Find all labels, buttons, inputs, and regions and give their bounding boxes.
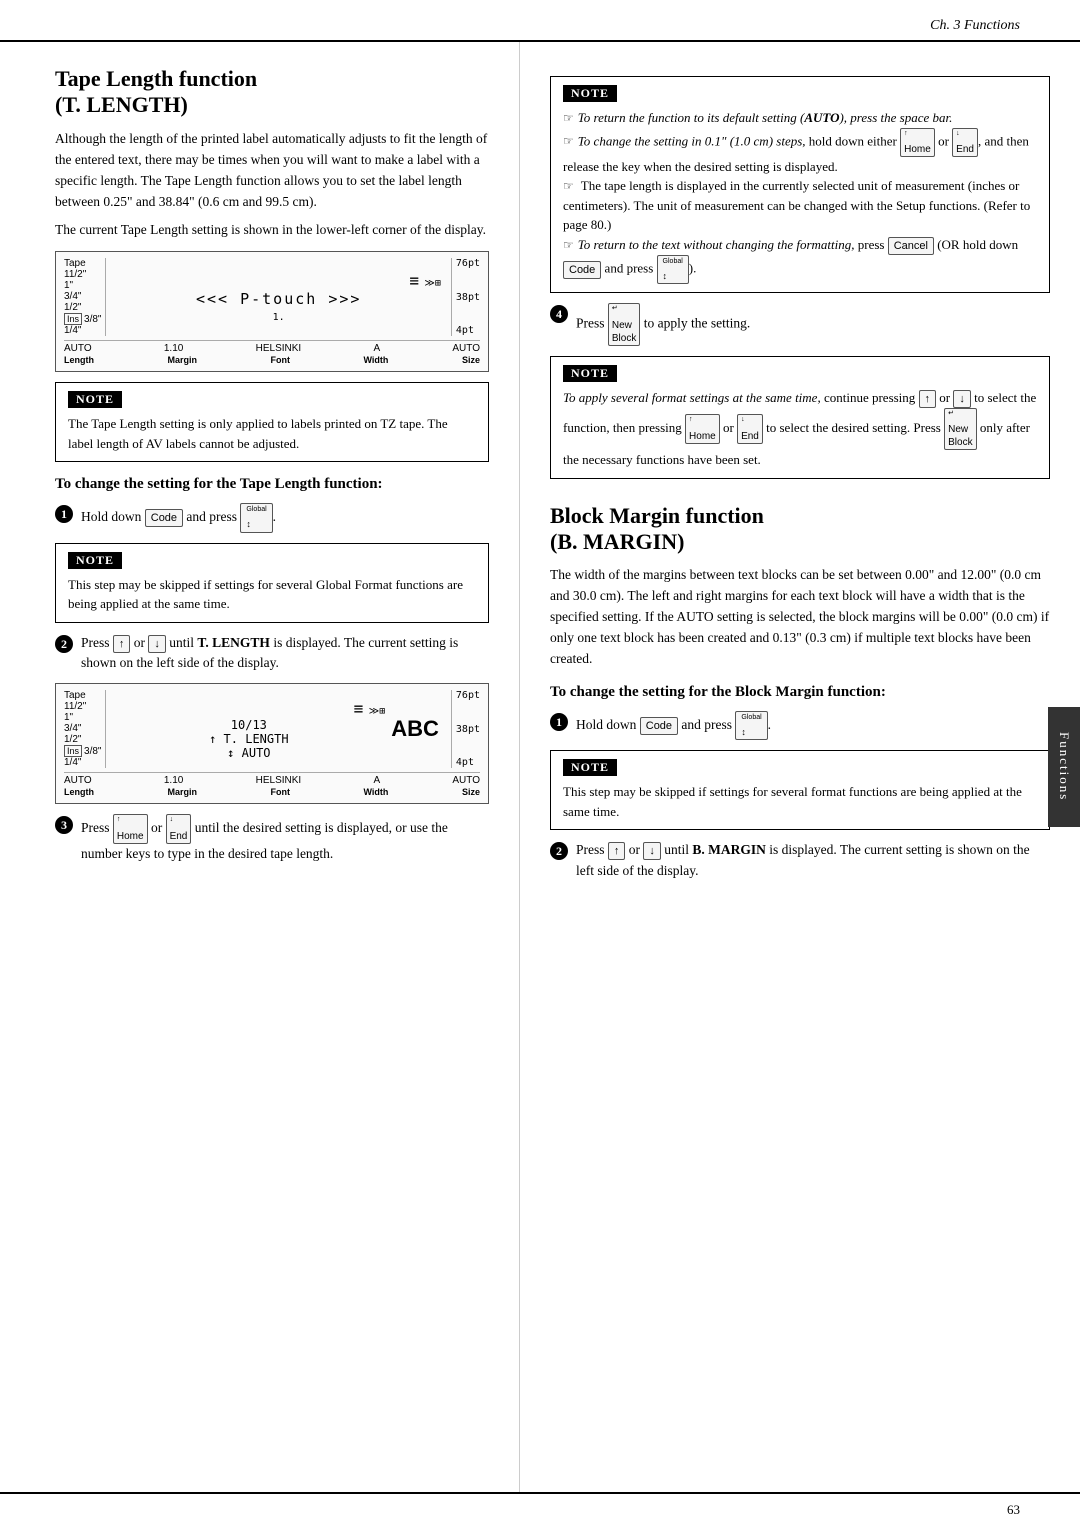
display1-main: ≡ ≫⊞ <<< P-touch >>> 1. — [112, 258, 444, 336]
left-column: Tape Length function (T. LENGTH) Althoug… — [0, 42, 520, 1492]
bmargin-down-key: ↓ — [643, 842, 661, 860]
section1-title: Tape Length function (T. LENGTH) — [55, 66, 489, 119]
top-note-title: NOTE — [563, 85, 617, 102]
right-column: NOTE ☞To return the function to its defa… — [520, 42, 1080, 1492]
note1-text: The Tape Length setting is only applied … — [68, 414, 476, 453]
chapter-header: Ch. 3 Functions — [930, 18, 1020, 33]
subsection1-title: To change the setting for the Tape Lengt… — [55, 476, 489, 493]
note-step4-box: NOTE To apply several format settings at… — [550, 356, 1050, 479]
top-note-item4: ☞To return to the text without changing … — [563, 235, 1037, 285]
bmargin-up-key: ↑ — [608, 842, 626, 860]
step2-num: 2 — [55, 635, 73, 653]
bmargin-step1-content: Hold down Code and press Global↕. — [576, 711, 1050, 740]
display2-right-labels: 76pt 38pt 4pt — [451, 690, 480, 768]
bmargin-note-title: NOTE — [563, 759, 617, 776]
top-note-box: NOTE ☞To return the function to its defa… — [550, 76, 1050, 293]
step3: 3 Press ↑Home or ↓End until the desired … — [55, 814, 489, 864]
subsection2-title: To change the setting for the Block Marg… — [550, 684, 1050, 701]
display1-bottom: AUTO1.10HELSINKIAAUTO — [64, 340, 480, 354]
bmargin-step1: 1 Hold down Code and press Global↕. — [550, 711, 1050, 740]
step1-num: 1 — [55, 505, 73, 523]
note2-box: NOTE This step may be skipped if setting… — [55, 543, 489, 623]
step2-content: Press ↑ or ↓ until T. LENGTH is displaye… — [81, 633, 489, 674]
bmargin-step2: 2 Press ↑ or ↓ until B. MARGIN is displa… — [550, 840, 1050, 881]
note-step4-title: NOTE — [563, 365, 617, 382]
step3-num: 3 — [55, 816, 73, 834]
step3-content: Press ↑Home or ↓End until the desired se… — [81, 814, 489, 864]
end-key: ↓End — [166, 814, 192, 843]
note-step4-text: To apply several format settings at the … — [563, 388, 1037, 470]
section1-body1: Although the length of the printed label… — [55, 129, 489, 213]
section2-title: Block Margin function (B. MARGIN) — [550, 503, 1050, 556]
functions-tab: Functions — [1048, 707, 1080, 827]
display2-bottom: AUTO1.10HELSINKIAAUTO — [64, 772, 480, 786]
step1-content: Hold down Code and press Global↕. — [81, 503, 489, 532]
note1-title: NOTE — [68, 391, 122, 408]
bmargin-code-key: Code — [640, 717, 678, 735]
note2-text: This step may be skipped if settings for… — [68, 575, 476, 614]
page-number: 63 — [1007, 1502, 1020, 1517]
footer-bar: 63 — [0, 1492, 1080, 1526]
newblock-key: ↵NewBlock — [608, 303, 640, 345]
bmargin-step2-num: 2 — [550, 842, 568, 860]
note1-box: NOTE The Tape Length setting is only app… — [55, 382, 489, 462]
bmargin-step2-content: Press ↑ or ↓ until B. MARGIN is displaye… — [576, 840, 1050, 881]
global-key: Global↕ — [240, 503, 272, 532]
bmargin-step1-num: 1 — [550, 713, 568, 731]
bmargin-note-box: NOTE This step may be skipped if setting… — [550, 750, 1050, 830]
display2: Tape 11/2" 1" 3/4" 1/2" Ins3/8" 1/4" ≡ ≫… — [55, 683, 489, 804]
step2: 2 Press ↑ or ↓ until T. LENGTH is displa… — [55, 633, 489, 674]
content-area: Tape Length function (T. LENGTH) Althoug… — [0, 42, 1080, 1492]
home-key: ↑Home — [113, 814, 148, 843]
page: Ch. 3 Functions Tape Length function (T.… — [0, 0, 1080, 1526]
up-key: ↑ — [113, 635, 131, 653]
display1-labels: LengthMarginFontWidthSize — [64, 355, 480, 365]
section2-body1: The width of the margins between text bl… — [550, 565, 1050, 670]
step4: 4 Press ↵NewBlock to apply the setting. — [550, 303, 1050, 345]
top-note-item3: ☞ The tape length is displayed in the cu… — [563, 176, 1037, 235]
step1: 1 Hold down Code and press Global↕. — [55, 503, 489, 532]
step4-num: 4 — [550, 305, 568, 323]
bmargin-note-text: This step may be skipped if settings for… — [563, 782, 1037, 821]
display1-right-labels: 76pt 38pt 4pt — [451, 258, 480, 336]
display1: Tape 11/2" 1" 3/4" 1/2" Ins 3/8" 1/4" ≡ … — [55, 251, 489, 372]
display1-left-labels: Tape 11/2" 1" 3/4" 1/2" Ins 3/8" 1/4" — [64, 258, 106, 336]
bmargin-global-key: Global↕ — [735, 711, 767, 740]
step4-content: Press ↵NewBlock to apply the setting. — [576, 303, 1050, 345]
down-key: ↓ — [148, 635, 166, 653]
display2-labels: LengthMarginFontWidthSize — [64, 787, 480, 797]
top-note-item1: ☞To return the function to its default s… — [563, 108, 1037, 128]
display2-main: ≡ ≫⊞ 10/13 ↑ T. LENGTH ↕ AUTO — [112, 690, 385, 768]
section1-body2: The current Tape Length setting is shown… — [55, 220, 489, 241]
header-bar: Ch. 3 Functions — [0, 0, 1080, 42]
note2-title: NOTE — [68, 552, 122, 569]
display2-abc: ABC — [385, 690, 445, 768]
top-note-item2: ☞To change the setting in 0.1" (1.0 cm) … — [563, 128, 1037, 177]
code-key: Code — [145, 509, 183, 527]
display2-left-labels: Tape 11/2" 1" 3/4" 1/2" Ins3/8" 1/4" — [64, 690, 106, 768]
